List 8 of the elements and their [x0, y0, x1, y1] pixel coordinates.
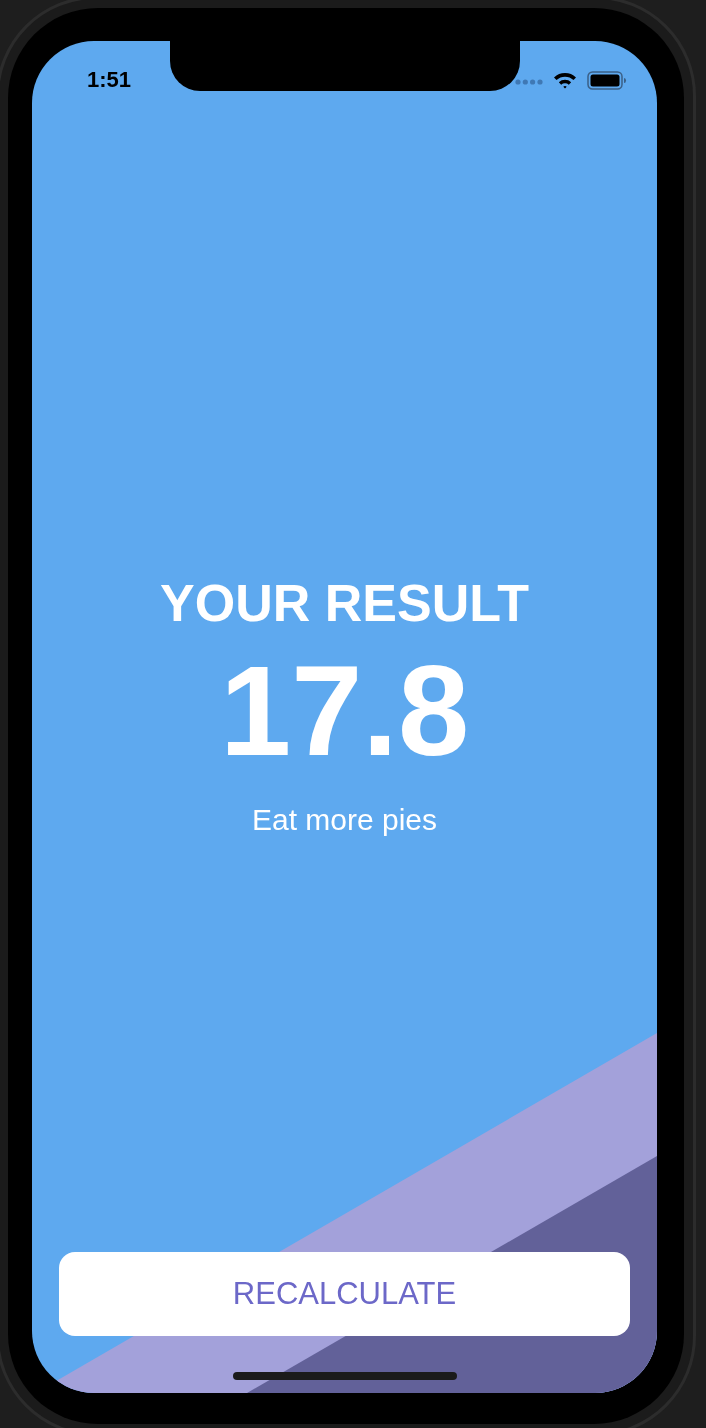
status-time: 1:51 — [87, 67, 132, 93]
recalculate-button[interactable]: RECALCULATE — [59, 1252, 630, 1336]
result-title: YOUR RESULT — [160, 573, 529, 633]
advice-text: Eat more pies — [251, 803, 438, 837]
wifi-icon — [553, 71, 577, 89]
result-value: 17.8 — [219, 647, 470, 775]
battery-icon — [587, 70, 627, 90]
signal-icon — [515, 79, 543, 85]
